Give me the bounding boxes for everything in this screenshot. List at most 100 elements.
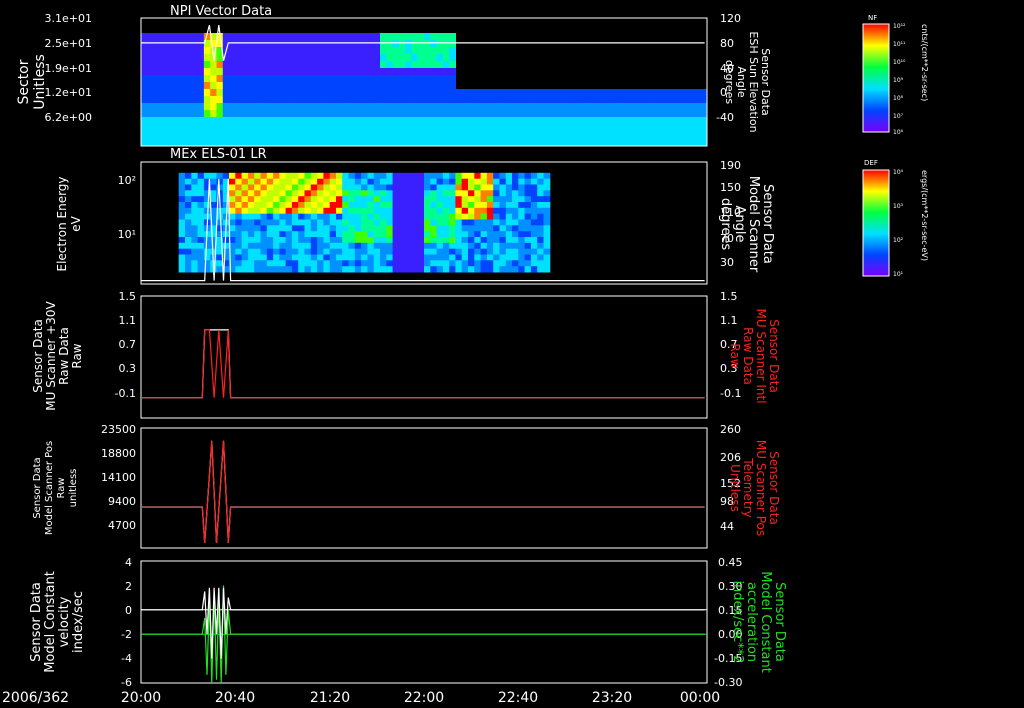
npi-heat-cell: [159, 68, 167, 76]
els-heat-cell: [291, 219, 299, 226]
els-heat-cell: [323, 219, 331, 226]
els-heat-cell: [537, 178, 544, 185]
npi-heat-cell: [304, 124, 312, 132]
els-heat-cell: [304, 207, 312, 215]
npi-heat-cell: [304, 33, 312, 41]
els-heat-cell: [336, 219, 343, 226]
npi-heat-cell: [285, 103, 293, 111]
p3-ytick-right: -0.1: [720, 387, 741, 400]
els-heat-cell: [373, 260, 381, 267]
els-heat-cell: [505, 242, 513, 250]
npi-heat-cell: [285, 68, 293, 76]
els-heat-cell: [229, 207, 236, 215]
els-heat-cell: [518, 242, 526, 250]
npi-heat-cell: [681, 138, 689, 146]
els-heat-cell: [285, 190, 293, 197]
npi-heat-cell: [266, 138, 274, 146]
npi-heat-cell: [178, 54, 186, 62]
els-heat-cell: [442, 266, 450, 273]
els-heat-cell: [235, 254, 243, 261]
npi-heat-cell: [285, 61, 293, 69]
npi-heat-cell: [216, 68, 224, 76]
els-heat-cell: [392, 213, 400, 220]
els-heat-cell: [442, 178, 450, 185]
els-heat-cell: [537, 248, 544, 255]
els-heat-cell: [486, 231, 494, 238]
p5-ylabel-left-line: Sensor Data: [29, 582, 44, 662]
els-heat-cell: [298, 254, 305, 261]
els-heat-cell: [461, 196, 469, 203]
npi-heat-cell: [273, 117, 280, 125]
panel5-series: [141, 585, 707, 684]
els-heat-cell: [191, 260, 199, 267]
els-heat-cell: [323, 231, 331, 238]
p4-ylabel-left-line: Model Scanner Pos: [44, 441, 55, 535]
els-heat-cell: [411, 260, 419, 267]
p4-ytick-right: 206: [720, 451, 741, 464]
npi-heat-cell: [549, 131, 557, 139]
npi-heat-cell: [461, 124, 469, 132]
els-heat-cell: [197, 225, 205, 232]
npi-heat-cell: [574, 89, 582, 97]
els-heat-cell: [442, 260, 450, 267]
npi-heat-cell: [543, 138, 551, 146]
els-heat-cell: [185, 242, 192, 250]
npi-heat-cell: [537, 110, 544, 118]
els-heat-cell: [518, 178, 526, 185]
els-heat-cell: [285, 266, 293, 273]
npi-heat-cell: [468, 96, 475, 104]
els-heat-cell: [468, 248, 475, 255]
els-heat-cell: [273, 260, 280, 267]
els-heat-cell: [398, 172, 406, 180]
els-heat-cell: [386, 260, 394, 267]
npi-heat-cell: [354, 124, 362, 132]
npi-heat-cell: [549, 138, 557, 146]
els-heat-cell: [537, 237, 544, 244]
npi-heat-cell: [197, 124, 205, 132]
els-heat-cell: [241, 202, 249, 209]
npi-heat-cell: [675, 103, 683, 111]
npi-heat-cell: [317, 131, 324, 139]
p1-ytick-right: 120: [720, 12, 741, 25]
npi-heat-cell: [310, 131, 318, 139]
els-heat-cell: [185, 266, 192, 273]
npi-heat-cell: [367, 68, 375, 76]
npi-heat-cell: [191, 61, 199, 69]
els-heat-cell: [493, 248, 500, 255]
npi-heat-cell: [675, 138, 683, 146]
npi-heat-cell: [424, 117, 431, 125]
npi-heat-cell: [235, 75, 243, 83]
npi-heat-cell: [254, 68, 261, 76]
npi-heat-cell: [386, 103, 394, 111]
mu-intl-line: [141, 329, 705, 399]
npi-heat-cell: [436, 54, 444, 62]
els-heat-cell: [499, 207, 507, 215]
npi-heat-cell: [619, 110, 626, 118]
npi-heat-cell: [417, 103, 425, 111]
els-heat-cell: [436, 202, 444, 209]
npi-heat-cell: [260, 124, 268, 132]
els-heat-cell: [398, 237, 406, 244]
els-heat-cell: [191, 196, 199, 203]
els-heat-cell: [424, 248, 431, 255]
npi-heat-cell: [159, 82, 167, 90]
npi-heat-cell: [153, 103, 161, 111]
els-heat-cell: [304, 213, 312, 220]
els-heat-cell: [417, 242, 425, 250]
npi-heat-cell: [153, 61, 161, 69]
npi-heat-cell: [436, 33, 444, 41]
panel-mu-raw: 1.5 1.1 0.7 0.3 -0.1 1.5 1.1 0.7 0.3 -0.…: [31, 290, 781, 419]
els-heat-cell: [398, 219, 406, 226]
npi-heat-cell: [449, 47, 456, 55]
npi-heat-cell: [392, 75, 400, 83]
npi-heat-cell: [442, 54, 450, 62]
els-heat-cell: [537, 254, 544, 261]
npi-heat-cell: [354, 33, 362, 41]
npi-heat-cell: [285, 40, 293, 48]
npi-heat-cell: [185, 89, 192, 97]
npi-heat-cell: [392, 82, 400, 90]
els-heat-cell: [411, 237, 419, 244]
els-heat-cell: [417, 213, 425, 220]
npi-heat-cell: [361, 61, 368, 69]
npi-heat-cell: [442, 47, 450, 55]
